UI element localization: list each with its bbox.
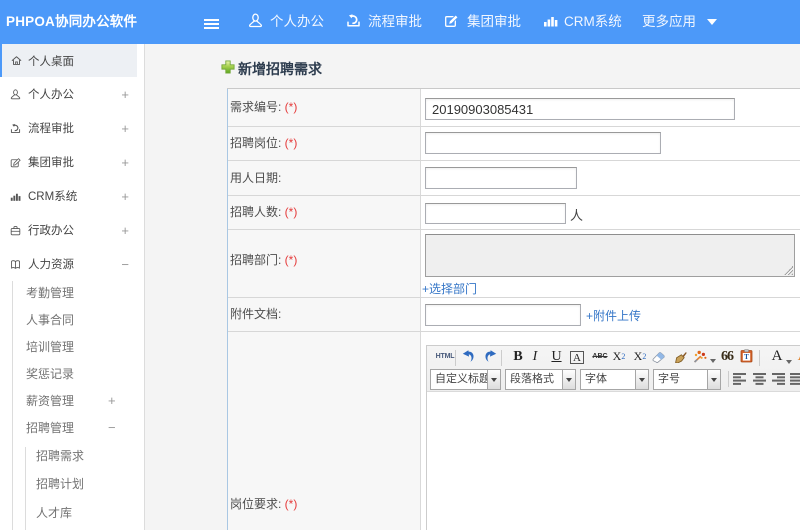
svg-text:T: T (744, 353, 749, 361)
